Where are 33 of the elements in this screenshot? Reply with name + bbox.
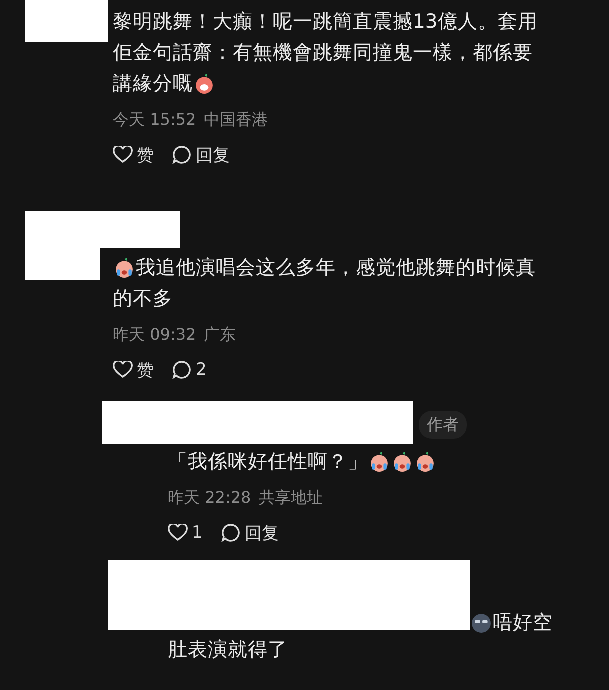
comment-location: 中国香港 <box>204 109 268 131</box>
emoji-icon <box>471 612 492 633</box>
emoji-icon <box>114 257 135 278</box>
emoji-icon <box>415 451 436 472</box>
comment-text: 的不多 <box>113 286 173 312</box>
comment-time: 昨天 09:32 <box>113 324 196 346</box>
emoji-icon <box>369 451 390 472</box>
reply-button[interactable]: 2 <box>172 360 207 380</box>
heart-icon <box>113 146 133 164</box>
comment-text: 講緣分嘅 <box>113 71 193 97</box>
emoji-icon <box>194 73 215 94</box>
emoji-icon <box>392 451 413 472</box>
comment-text: 我追他演唱会这么多年，感觉他跳舞的时候真 <box>136 255 536 281</box>
reply-button[interactable]: 回复 <box>172 144 230 166</box>
comment-icon <box>220 523 241 543</box>
comment-text: 「我係咪好任性啊？」 <box>168 449 368 475</box>
like-button[interactable]: 赞 <box>113 358 154 382</box>
comment-icon <box>172 360 192 380</box>
like-button[interactable]: 赞 <box>113 144 154 166</box>
comment-time: 今天 15:52 <box>113 109 196 131</box>
comment-text: 唔好空 <box>493 610 553 636</box>
heart-icon <box>113 361 133 379</box>
heart-icon <box>168 524 188 542</box>
like-button[interactable]: 1 <box>168 523 203 543</box>
comment-location: 广东 <box>204 324 236 346</box>
comment-text: 黎明跳舞！大癲！呢一跳簡直震撼13億人。套用 <box>113 9 538 35</box>
comment-time: 昨天 22:28 <box>168 487 252 509</box>
comment-location: 共享地址 <box>259 487 324 509</box>
comment-text: 肚表演就得了 <box>168 637 288 663</box>
comment-icon <box>172 145 192 165</box>
comment-text: 佢金句話齋：有無機會跳舞同撞鬼一樣，都係要 <box>113 40 533 66</box>
reply-button[interactable]: 回复 <box>220 522 279 544</box>
author-badge: 作者 <box>419 411 467 439</box>
